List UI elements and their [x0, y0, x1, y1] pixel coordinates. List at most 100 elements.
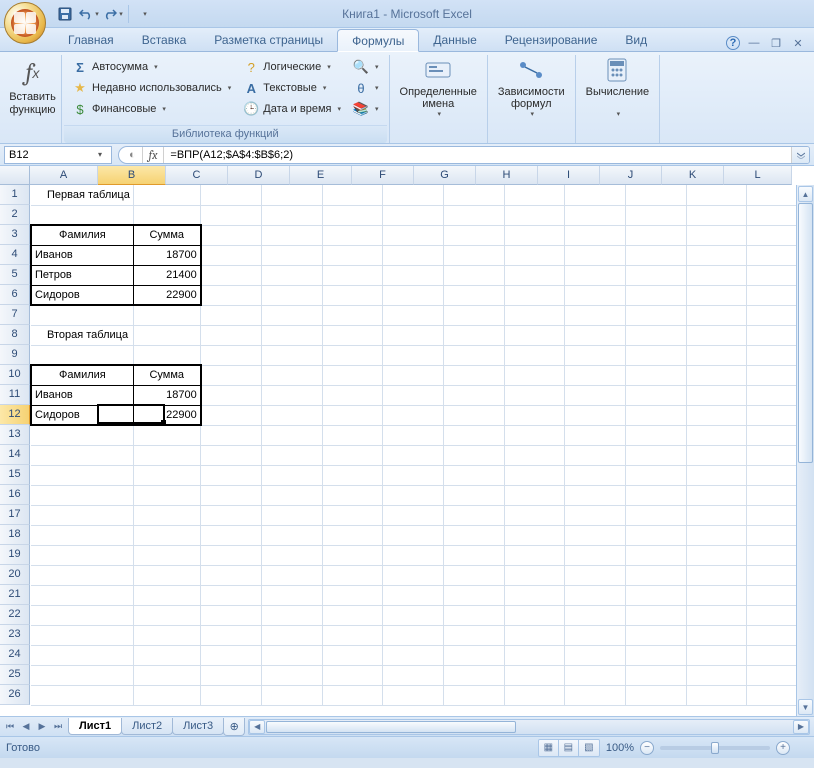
cell-E22[interactable] — [322, 605, 383, 625]
cell-E18[interactable] — [322, 525, 383, 545]
cell-K26[interactable] — [686, 685, 747, 705]
cell-K22[interactable] — [686, 605, 747, 625]
cell-D9[interactable] — [261, 345, 322, 365]
scroll-down-icon[interactable]: ▼ — [798, 699, 813, 715]
cell-D24[interactable] — [261, 645, 322, 665]
cell-G10[interactable] — [443, 365, 504, 385]
cell-D23[interactable] — [261, 625, 322, 645]
cell-B4[interactable]: 18700 — [133, 245, 200, 265]
cell-K13[interactable] — [686, 425, 747, 445]
new-sheet-button[interactable]: ⊕ — [223, 718, 245, 736]
cell-C14[interactable] — [201, 445, 262, 465]
cell-F23[interactable] — [383, 625, 444, 645]
cell-F12[interactable] — [383, 405, 444, 425]
cell-F10[interactable] — [383, 365, 444, 385]
cell-K1[interactable] — [686, 185, 747, 205]
col-header-G[interactable]: G — [414, 166, 476, 185]
cell-H13[interactable] — [504, 425, 565, 445]
cell-K17[interactable] — [686, 505, 747, 525]
cell-E14[interactable] — [322, 445, 383, 465]
cell-A26[interactable] — [31, 685, 133, 705]
cell-G26[interactable] — [443, 685, 504, 705]
cell-A22[interactable] — [31, 605, 133, 625]
cell-H7[interactable] — [504, 305, 565, 325]
normal-view-icon[interactable]: ▦ — [539, 740, 559, 756]
cell-H12[interactable] — [504, 405, 565, 425]
cell-C21[interactable] — [201, 585, 262, 605]
cell-B23[interactable] — [133, 625, 200, 645]
cell-G24[interactable] — [443, 645, 504, 665]
cell-K9[interactable] — [686, 345, 747, 365]
cell-D7[interactable] — [261, 305, 322, 325]
cell-J7[interactable] — [626, 305, 687, 325]
cell-B17[interactable] — [133, 505, 200, 525]
cell-B3[interactable]: Сумма — [133, 225, 200, 245]
cell-D2[interactable] — [261, 205, 322, 225]
tab-layout[interactable]: Разметка страницы — [200, 28, 337, 51]
cell-A5[interactable]: Петров — [31, 265, 133, 285]
cell-C13[interactable] — [201, 425, 262, 445]
cell-K18[interactable] — [686, 525, 747, 545]
cell-A8[interactable]: Вторая таблица — [31, 325, 133, 345]
cell-F8[interactable] — [383, 325, 444, 345]
cell-C15[interactable] — [201, 465, 262, 485]
cell-F26[interactable] — [383, 685, 444, 705]
cell-G16[interactable] — [443, 485, 504, 505]
cell-H8[interactable] — [504, 325, 565, 345]
cell-D6[interactable] — [261, 285, 322, 305]
cell-E17[interactable] — [322, 505, 383, 525]
cell-D4[interactable] — [261, 245, 322, 265]
undo-icon[interactable]: ▾ — [78, 3, 100, 25]
more-functions-button[interactable]: 📚▾ — [349, 99, 383, 119]
cell-G5[interactable] — [443, 265, 504, 285]
cell-D1[interactable] — [261, 185, 322, 205]
zoom-level[interactable]: 100% — [606, 742, 634, 754]
cell-B7[interactable] — [133, 305, 200, 325]
row-header-5[interactable]: 5 — [0, 265, 30, 285]
cell-E16[interactable] — [322, 485, 383, 505]
next-sheet-icon[interactable]: ▶ — [34, 719, 50, 735]
row-header-4[interactable]: 4 — [0, 245, 30, 265]
cell-C23[interactable] — [201, 625, 262, 645]
cell-K3[interactable] — [686, 225, 747, 245]
cell-F9[interactable] — [383, 345, 444, 365]
cell-B11[interactable]: 18700 — [133, 385, 200, 405]
cell-K15[interactable] — [686, 465, 747, 485]
cell-A6[interactable]: Сидоров — [31, 285, 133, 305]
col-header-C[interactable]: C — [166, 166, 228, 185]
cell-E9[interactable] — [322, 345, 383, 365]
cell-E2[interactable] — [322, 205, 383, 225]
cell-A12[interactable]: Сидоров — [31, 405, 133, 425]
cell-F17[interactable] — [383, 505, 444, 525]
col-header-E[interactable]: E — [290, 166, 352, 185]
cell-G8[interactable] — [443, 325, 504, 345]
cell-E4[interactable] — [322, 245, 383, 265]
cell-K21[interactable] — [686, 585, 747, 605]
cell-I14[interactable] — [565, 445, 626, 465]
cell-I23[interactable] — [565, 625, 626, 645]
cell-C3[interactable] — [201, 225, 262, 245]
cell-H19[interactable] — [504, 545, 565, 565]
cell-D25[interactable] — [261, 665, 322, 685]
cell-C6[interactable] — [201, 285, 262, 305]
cell-B26[interactable] — [133, 685, 200, 705]
cell-B2[interactable] — [133, 205, 200, 225]
chevron-down-icon[interactable]: ▾ — [93, 150, 107, 159]
cell-B15[interactable] — [133, 465, 200, 485]
cell-J26[interactable] — [626, 685, 687, 705]
cell-G6[interactable] — [443, 285, 504, 305]
cell-I26[interactable] — [565, 685, 626, 705]
row-header-19[interactable]: 19 — [0, 545, 30, 565]
cell-F20[interactable] — [383, 565, 444, 585]
cell-H15[interactable] — [504, 465, 565, 485]
vscroll-thumb[interactable] — [798, 203, 813, 463]
financial-button[interactable]: $Финансовые▾ — [68, 99, 235, 119]
formula-input[interactable]: =ВПР(A12;$A$4:$B$6;2) — [164, 149, 791, 161]
cell-J6[interactable] — [626, 285, 687, 305]
cell-K6[interactable] — [686, 285, 747, 305]
name-box[interactable]: B12▾ — [4, 146, 112, 164]
cell-H6[interactable] — [504, 285, 565, 305]
cell-J12[interactable] — [626, 405, 687, 425]
cell-G3[interactable] — [443, 225, 504, 245]
minimize-window-icon[interactable]: — — [746, 35, 762, 51]
